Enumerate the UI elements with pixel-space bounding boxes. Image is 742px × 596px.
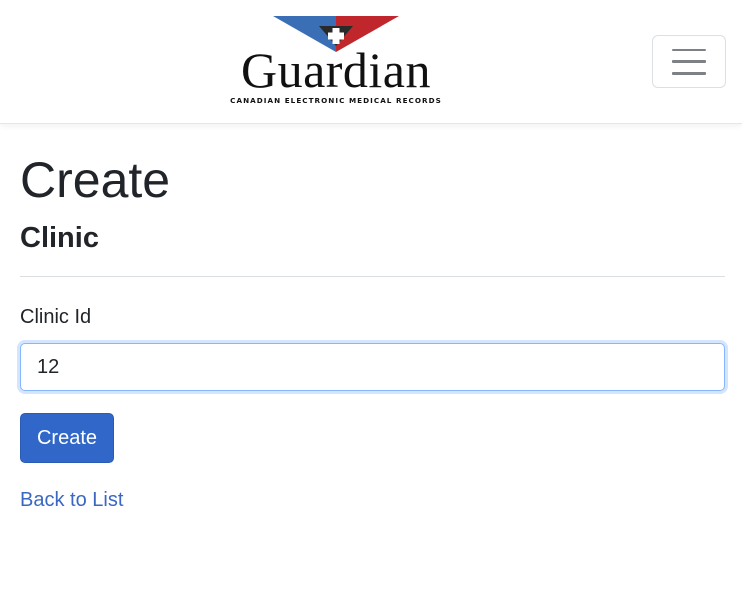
navbar: Guardian CANADIAN ELECTRONIC MEDICAL REC…	[0, 0, 742, 124]
logo-tagline: CANADIAN ELECTRONIC MEDICAL RECORDS	[230, 96, 442, 105]
page-subtitle: Clinic	[20, 222, 99, 254]
clinic-id-label: Clinic Id	[20, 306, 92, 328]
clinic-id-input[interactable]	[20, 343, 725, 391]
page-title: Create	[20, 152, 171, 208]
create-button[interactable]: Create	[20, 413, 114, 463]
logo-wordmark: Guardian	[240, 42, 432, 98]
hamburger-icon	[672, 48, 706, 75]
divider	[20, 276, 725, 277]
guardian-logo[interactable]: Guardian CANADIAN ELECTRONIC MEDICAL REC…	[222, 16, 450, 108]
navbar-toggle-button[interactable]	[652, 35, 726, 88]
back-to-list-link[interactable]: Back to List	[20, 487, 123, 513]
